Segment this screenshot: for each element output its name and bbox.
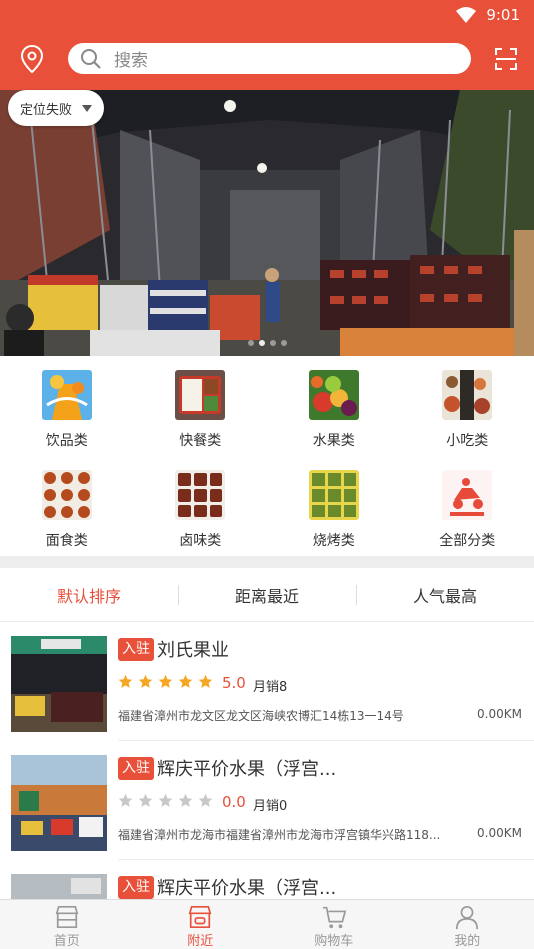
banner-dot[interactable] <box>280 340 287 346</box>
nearby-icon <box>188 905 212 929</box>
category-label: 快餐类 <box>179 433 222 449</box>
category-label: 小吃类 <box>446 433 489 449</box>
tab-label: 我的 <box>454 934 481 949</box>
store-list: 入驻 刘氏果业 5.0 月销8 福建省漳州市龙文区龙文区海峡农博汇14栋13一1… <box>0 622 534 899</box>
star-icon <box>118 674 133 688</box>
store-photo <box>11 755 107 851</box>
noodles-icon <box>41 470 92 520</box>
star-rating <box>118 793 213 808</box>
delivery-icon <box>442 470 493 520</box>
store-distance: 0.00KM <box>477 826 522 840</box>
search-placeholder: 搜索 <box>114 51 148 71</box>
store-item[interactable]: 入驻 辉庆平价水果（浮宫... <box>0 860 534 899</box>
cart-icon <box>322 906 346 929</box>
sort-popular[interactable]: 人气最高 <box>356 568 534 621</box>
store-name: 辉庆平价水果（浮宫... <box>157 878 337 899</box>
star-icon <box>198 674 213 688</box>
sort-tabs: 默认排序 距离最近 人气最高 <box>0 568 534 622</box>
store-photo <box>11 874 107 899</box>
location-pin-icon[interactable] <box>18 44 46 74</box>
tab-label: 首页 <box>53 934 80 949</box>
category-fruit[interactable]: 水果类 <box>267 356 401 456</box>
location-label: 定位失败 <box>20 102 73 118</box>
promo-banner[interactable] <box>0 90 534 356</box>
rating-score: 0.0 <box>222 793 246 811</box>
sort-nearest[interactable]: 距离最近 <box>178 568 356 621</box>
monthly-sales: 月销0 <box>253 799 288 814</box>
star-icon <box>178 674 193 688</box>
banner-image <box>0 90 534 356</box>
store-distance: 0.00KM <box>477 707 522 721</box>
wifi-icon <box>456 7 477 23</box>
banner-dot[interactable] <box>247 340 254 346</box>
tab-cart[interactable]: 购物车 <box>267 900 401 949</box>
star-icon <box>158 674 173 688</box>
braised-food-icon <box>175 470 226 520</box>
tab-label: 附近 <box>187 934 214 949</box>
category-fast-food[interactable]: 快餐类 <box>134 356 268 456</box>
tab-home[interactable]: 首页 <box>0 900 134 949</box>
search-icon <box>81 48 101 69</box>
category-label: 水果类 <box>312 433 355 449</box>
category-label: 全部分类 <box>439 533 496 549</box>
tab-nearby[interactable]: 附近 <box>134 900 268 949</box>
category-drinks[interactable]: 饮品类 <box>0 356 134 456</box>
category-grid: 饮品类 快餐类 水果类 小吃类 面食类 卤味类 烧烤类 全部分类 <box>0 356 534 556</box>
section-divider <box>0 556 534 568</box>
store-name: 刘氏果业 <box>157 640 229 661</box>
scan-icon[interactable] <box>494 47 518 71</box>
banner-pagination <box>0 340 534 346</box>
category-noodles[interactable]: 面食类 <box>0 456 134 556</box>
star-icon <box>118 793 133 807</box>
category-label: 饮品类 <box>45 433 88 449</box>
store-icon <box>55 905 79 929</box>
settled-badge: 入驻 <box>118 638 154 661</box>
category-braised[interactable]: 卤味类 <box>134 456 268 556</box>
store-address: 福建省漳州市龙文区龙文区海峡农博汇14栋13一14号 <box>118 709 404 723</box>
banner-dot[interactable] <box>269 340 276 346</box>
tab-label: 购物车 <box>314 934 354 949</box>
settled-badge: 入驻 <box>118 876 154 899</box>
location-selector[interactable]: 定位失败 <box>8 90 105 126</box>
category-all[interactable]: 全部分类 <box>401 456 534 556</box>
user-icon <box>456 905 479 930</box>
snack-icon <box>442 370 493 420</box>
tab-mine[interactable]: 我的 <box>401 900 534 949</box>
status-time: 9:01 <box>486 6 520 24</box>
category-label: 烧烤类 <box>312 533 355 549</box>
status-bar: 9:01 <box>456 4 520 26</box>
category-label: 面食类 <box>45 533 88 549</box>
rating-score: 5.0 <box>222 674 246 692</box>
top-bar: 9:01 搜索 <box>0 0 534 90</box>
star-icon <box>158 793 173 807</box>
category-label: 卤味类 <box>179 533 222 549</box>
banner-dot[interactable] <box>258 340 265 346</box>
store-photo <box>11 636 107 732</box>
dropdown-caret-icon <box>82 104 93 112</box>
star-icon <box>178 793 193 807</box>
star-icon <box>198 793 213 807</box>
store-name: 辉庆平价水果（浮宫... <box>157 759 337 780</box>
star-rating <box>118 674 213 689</box>
category-barbecue[interactable]: 烧烤类 <box>267 456 401 556</box>
drinks-icon <box>41 370 92 420</box>
bottom-tab-bar: 首页 附近 购物车 我的 <box>0 899 534 949</box>
settled-badge: 入驻 <box>118 757 154 780</box>
search-input[interactable]: 搜索 <box>68 43 471 74</box>
barbecue-icon <box>308 470 359 520</box>
sort-default[interactable]: 默认排序 <box>0 568 178 621</box>
category-snack[interactable]: 小吃类 <box>401 356 534 456</box>
store-item[interactable]: 入驻 辉庆平价水果（浮宫... 0.0 月销0 福建省漳州市龙海市福建省漳州市龙… <box>0 741 534 860</box>
star-icon <box>138 674 153 688</box>
fast-food-icon <box>175 370 226 420</box>
monthly-sales: 月销8 <box>253 680 288 695</box>
star-icon <box>138 793 153 807</box>
fruit-icon <box>308 370 359 420</box>
store-address: 福建省漳州市龙海市福建省漳州市龙海市浮宫镇华兴路118... <box>118 828 441 842</box>
store-item[interactable]: 入驻 刘氏果业 5.0 月销8 福建省漳州市龙文区龙文区海峡农博汇14栋13一1… <box>0 622 534 741</box>
